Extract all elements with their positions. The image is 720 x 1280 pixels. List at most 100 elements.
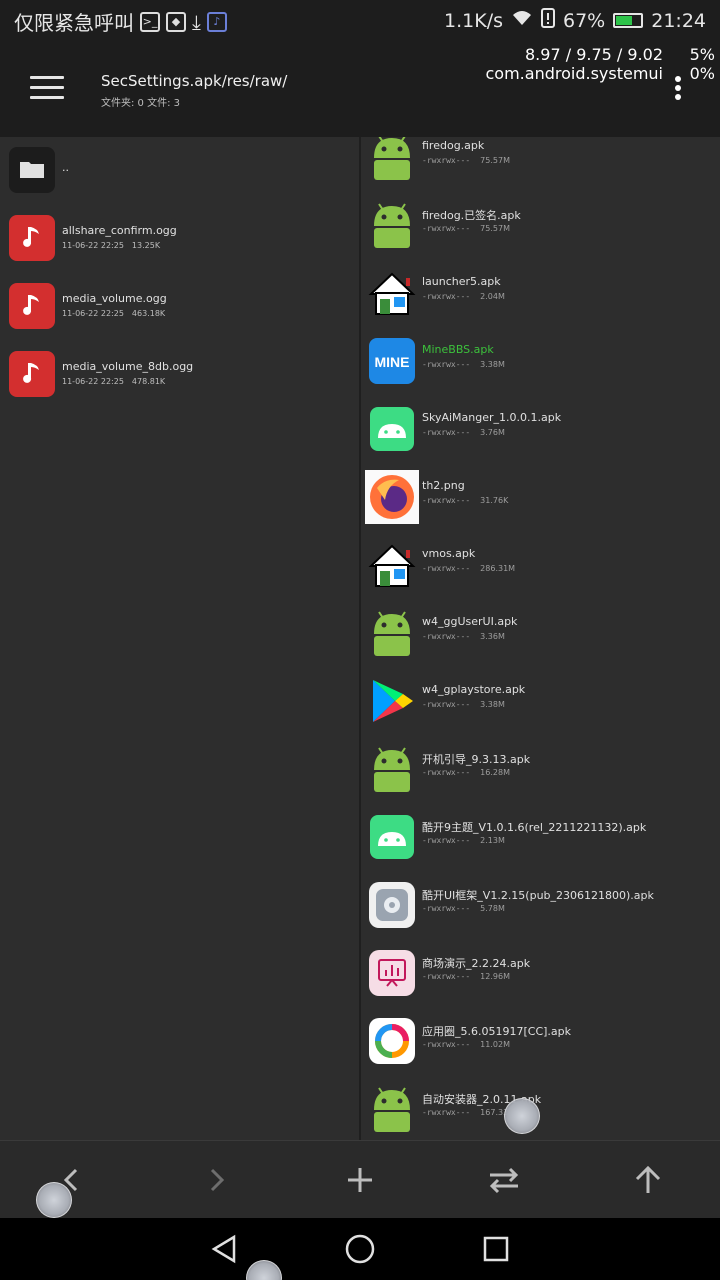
play-store-icon [367,676,417,726]
file-row[interactable]: w4_ggUserUI.apk -rwxrwx--- 3.36M [361,598,720,666]
file-row[interactable]: vmos.apk -rwxrwx--- 286.31M [361,530,720,598]
file-row[interactable]: w4_gplaystore.apk -rwxrwx--- 3.38M [361,666,720,734]
android-icon [367,744,417,794]
file-size: 75.57M [480,224,510,233]
file-size: 13.25K [131,241,161,250]
presentation-icon [367,948,417,998]
file-row[interactable]: 自动安装器_2.0.11.apk -rwxrwx--- 167.33K [361,1074,720,1140]
file-name: media_volume_8db.ogg [62,360,194,373]
swap-icon [489,1167,519,1194]
file-permissions: -rwxrwx--- [422,904,471,913]
file-permissions: -rwxrwx--- [422,1040,471,1049]
minebbs-icon: MINE [367,336,417,386]
file-date: 11-06-22 22:25 [62,241,124,250]
parent-folder-row[interactable]: .. [0,137,359,205]
touch-indicator [36,1182,72,1218]
file-row[interactable]: launcher5.apk -rwxrwx--- 2.04M [361,258,720,326]
file-name: allshare_confirm.ogg [62,224,177,237]
file-size: 463.18K [131,309,166,318]
file-row[interactable]: 应用圈_5.6.051917[CC].apk -rwxrwx--- 11.02M [361,1006,720,1074]
file-meta: -rwxrwx--- 16.28M [422,768,510,777]
file-row[interactable]: 酷开UI框架_V1.2.15(pub_2306121800).apk -rwxrw… [361,870,720,938]
file-name: firedog.apk [422,139,485,152]
android-green-tile-icon [367,404,417,454]
house-icon [367,540,417,590]
nav-back-button[interactable] [208,1233,240,1265]
file-meta: -rwxrwx--- 12.96M [422,972,510,981]
file-permissions: -rwxrwx--- [422,496,471,505]
file-date: 11-06-22 22:25 [62,309,124,318]
left-file-pane[interactable]: .. allshare_confirm.ogg 11-06-22 22:25 13.2… [0,137,359,1140]
file-permissions: -rwxrwx--- [422,360,471,369]
right-file-pane[interactable]: firedog.apk -rwxrwx--- 75.57M firedog.已签名.a… [361,137,720,1140]
file-name: w4_gplaystore.apk [422,683,526,696]
file-size: 16.28M [480,768,510,777]
network-speed: 1.1K/s [444,9,503,32]
music-app-icon: ♪ [206,11,227,32]
file-name: .. [62,161,69,174]
file-name: w4_ggUserUI.apk [422,615,518,628]
svg-text:MINE: MINE [375,354,410,370]
cpu-percent-total: 5% [689,45,715,64]
file-name: launcher5.apk [422,275,501,288]
file-size: 3.38M [480,700,505,709]
file-row[interactable]: firedog.已签名.apk -rwxrwx--- 75.57M [361,190,720,258]
alert-icon [541,8,555,33]
swap-panes-button[interactable] [484,1160,524,1200]
download-icon: ⤓ [192,9,201,34]
file-row[interactable]: 商场演示_2.2.24.apk -rwxrwx--- 12.96M [361,938,720,1006]
file-size: 11.02M [480,1040,510,1049]
file-row[interactable]: th2.png -rwxrwx--- 31.76K [361,462,720,530]
file-meta: -rwxrwx--- 11.02M [422,1040,510,1049]
forward-button[interactable] [196,1160,236,1200]
file-row[interactable]: MINE MineBBS.apk -rwxrwx--- 3.38M [361,326,720,394]
file-size: 286.31M [480,564,516,573]
file-row[interactable]: 开机引导_9.3.13.apk -rwxrwx--- 16.28M [361,734,720,802]
parent-directory-button[interactable] [628,1160,668,1200]
file-permissions: -rwxrwx--- [422,224,471,233]
house-icon [367,268,417,318]
file-permissions: -rwxrwx--- [422,292,471,301]
current-path: SecSettings.apk/res/raw/ [101,72,288,90]
file-size: 31.76K [480,496,509,505]
load-average: 8.97 / 9.75 / 9.02 [525,45,663,64]
file-name: th2.png [422,479,465,492]
file-row[interactable]: media_volume_8db.ogg 11-06-22 22:25 478.81… [0,341,359,409]
triangle-back-icon [211,1234,236,1264]
gear-app-icon [367,880,417,930]
file-permissions: -rwxrwx--- [422,1108,471,1117]
nav-home-button[interactable] [344,1233,376,1265]
file-meta: -rwxrwx--- 2.04M [422,292,505,301]
file-permissions: -rwxrwx--- [422,156,471,165]
file-row[interactable]: 酷开9主题_V1.0.1.6(rel_2211221132).apk -rwxrw… [361,802,720,870]
file-meta: -rwxrwx--- 3.76M [422,428,505,437]
more-options-button[interactable] [675,76,683,102]
nav-recents-button[interactable] [480,1233,512,1265]
battery-percent: 67% [563,9,606,32]
file-permissions: -rwxrwx--- [422,428,471,437]
file-row[interactable]: media_volume.ogg 11-06-22 22:25 463.18K [0,273,359,341]
file-meta: -rwxrwx--- 286.31M [422,564,515,573]
plus-icon [348,1168,372,1192]
system-navigation-bar [0,1218,720,1280]
file-meta: -rwxrwx--- 3.38M [422,360,505,369]
arrow-up-icon [635,1165,661,1193]
cpu-percent-process: 0% [689,64,715,83]
file-date: 11-06-22 22:25 [62,377,124,386]
file-meta: -rwxrwx--- 75.57M [422,156,510,165]
square-recents-icon [483,1236,509,1262]
system-stats-overlay: 8.97 / 9.75 / 9.02 com.android.systemui [486,45,664,83]
file-row[interactable]: SkyAiManger_1.0.0.1.apk -rwxrwx--- 3.76M [361,394,720,462]
file-row[interactable]: allshare_confirm.ogg 11-06-22 22:25 13.25K [0,205,359,273]
file-size: 2.13M [480,836,505,845]
ring-icon [367,1016,417,1066]
wifi-icon [511,9,533,32]
file-row[interactable]: firedog.apk -rwxrwx--- 75.57M [361,137,720,190]
file-manager-screen: 仅限紧急呼叫 >_ ◆ ⤓ ♪ 1.1K/s 67% 21:24 SecSett… [0,0,720,1280]
add-button[interactable] [340,1160,380,1200]
menu-button[interactable] [30,76,64,100]
file-size: 5.78M [480,904,505,913]
file-size: 3.36M [480,632,505,641]
file-size: 3.76M [480,428,505,437]
status-bar: 仅限紧急呼叫 >_ ◆ ⤓ ♪ 1.1K/s 67% 21:24 [0,0,720,42]
